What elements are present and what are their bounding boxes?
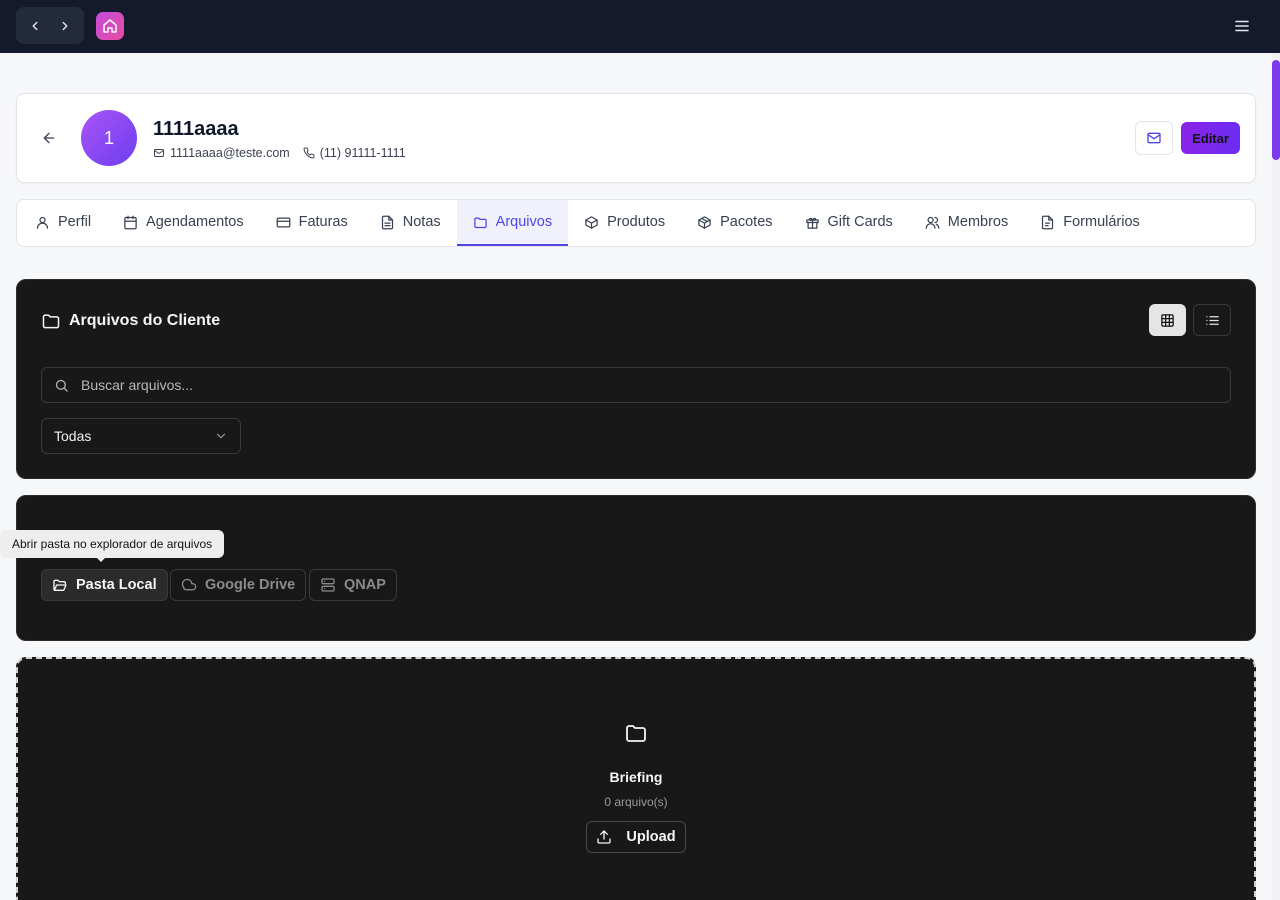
- arrow-left-icon: [41, 130, 57, 146]
- category-select[interactable]: Todas: [41, 418, 241, 454]
- files-panel: Arquivos do Cliente Todas: [16, 279, 1256, 479]
- folder-open-icon: [52, 577, 68, 593]
- tab-faturas[interactable]: Faturas: [260, 200, 364, 246]
- chevron-right-icon: [58, 19, 72, 33]
- upload-label: Upload: [626, 829, 676, 845]
- tab-label: Arquivos: [495, 214, 553, 230]
- tooltip-arrow: [95, 556, 107, 562]
- google-drive-label: Google Drive: [205, 577, 296, 593]
- home-icon: [102, 18, 118, 34]
- tab-label: Gift Cards: [827, 214, 893, 230]
- mail-icon: [1146, 130, 1162, 146]
- phone-info: (11) 91111-1111: [303, 146, 406, 160]
- search-icon: [54, 378, 69, 393]
- grid-view-button[interactable]: [1149, 304, 1186, 336]
- tab-membros[interactable]: Membros: [909, 200, 1024, 246]
- email-info: 1111aaaa@teste.com: [153, 146, 290, 160]
- chevron-down-icon: [214, 429, 228, 443]
- tab-formularios[interactable]: Formulários: [1024, 200, 1156, 246]
- folder-icon: [624, 721, 648, 745]
- form-icon: [1040, 215, 1055, 230]
- list-view-button[interactable]: [1193, 304, 1231, 336]
- menu-button[interactable]: [1230, 16, 1254, 36]
- back-button[interactable]: [39, 128, 59, 148]
- folder-icon: [41, 311, 61, 331]
- history-nav: [16, 7, 84, 44]
- user-icon: [35, 215, 50, 230]
- upload-button[interactable]: Upload: [586, 821, 686, 853]
- tab-label: Notas: [402, 214, 441, 230]
- client-header-card: 1 1111aaaa 1111aaaa@teste.com (11) 91111…: [16, 93, 1256, 183]
- client-name: 1111aaaa: [153, 118, 239, 140]
- chevron-left-icon: [28, 19, 42, 33]
- files-title: Arquivos do Cliente: [41, 311, 220, 331]
- tab-label: Produtos: [607, 214, 666, 230]
- tab-notas[interactable]: Notas: [364, 200, 457, 246]
- tab-label: Formulários: [1063, 214, 1140, 230]
- tab-label: Agendamentos: [146, 214, 244, 230]
- folder-icon: [473, 215, 488, 230]
- google-drive-button[interactable]: Google Drive: [170, 569, 307, 601]
- tooltip: Abrir pasta no explorador de arquivos: [0, 530, 225, 558]
- app-home-button[interactable]: [96, 12, 124, 40]
- folder-card: Briefing 0 arquivo(s) Upload: [18, 721, 1254, 853]
- server-icon: [320, 577, 336, 593]
- tab-arquivos[interactable]: Arquivos: [456, 200, 569, 246]
- tab-gift-cards[interactable]: Gift Cards: [789, 200, 909, 246]
- folder-dropzone[interactable]: Briefing 0 arquivo(s) Upload: [16, 657, 1256, 900]
- local-folder-label: Pasta Local: [76, 577, 157, 593]
- users-icon: [925, 215, 940, 230]
- tab-label: Perfil: [58, 214, 92, 230]
- tab-label: Membros: [947, 214, 1009, 230]
- forward-nav-button[interactable]: [51, 12, 79, 40]
- folder-name: Briefing: [609, 769, 663, 785]
- package-icon: [697, 215, 712, 230]
- scrollbar-track[interactable]: [1272, 53, 1280, 900]
- mail-icon: [153, 147, 165, 159]
- hamburger-menu-icon: [1235, 20, 1249, 32]
- tab-perfil[interactable]: Perfil: [19, 200, 107, 246]
- tab-label: Pacotes: [720, 214, 773, 230]
- top-bar: [0, 0, 1280, 53]
- category-select-value: Todas: [54, 428, 92, 444]
- grid-icon: [1160, 313, 1175, 328]
- storage-sources-panel: Pasta Local Google Drive QNAP: [16, 495, 1256, 641]
- credit-card-icon: [276, 215, 291, 230]
- phone-icon: [303, 147, 315, 159]
- box-icon: [584, 215, 599, 230]
- edit-button[interactable]: Editar: [1181, 122, 1240, 154]
- client-email: 1111aaaa@teste.com: [170, 146, 290, 160]
- back-nav-button[interactable]: [21, 12, 49, 40]
- gift-icon: [805, 215, 820, 230]
- tab-label: Faturas: [298, 214, 348, 230]
- search-input[interactable]: [81, 377, 1181, 393]
- send-email-button[interactable]: [1135, 121, 1173, 155]
- folder-file-count: 0 arquivo(s): [604, 795, 668, 809]
- scrollbar-thumb[interactable]: [1272, 60, 1280, 160]
- client-phone: (11) 91111-1111: [319, 146, 406, 160]
- tab-agendamentos[interactable]: Agendamentos: [107, 200, 260, 246]
- calendar-icon: [123, 215, 138, 230]
- tab-pacotes[interactable]: Pacotes: [681, 200, 788, 246]
- qnap-label: QNAP: [344, 577, 386, 593]
- list-icon: [1205, 313, 1220, 328]
- upload-icon: [596, 829, 612, 845]
- qnap-button[interactable]: QNAP: [309, 569, 397, 601]
- local-folder-button[interactable]: Pasta Local: [41, 569, 168, 601]
- avatar: 1: [81, 110, 137, 166]
- files-title-text: Arquivos do Cliente: [69, 312, 221, 329]
- tab-produtos[interactable]: Produtos: [568, 200, 681, 246]
- file-text-icon: [380, 215, 395, 230]
- client-tabs: Perfil Agendamentos Faturas Notas Arquiv…: [16, 199, 1256, 247]
- contact-info: 1111aaaa@teste.com (11) 91111-1111: [153, 146, 419, 160]
- search-box: [41, 367, 1231, 403]
- cloud-icon: [181, 577, 197, 593]
